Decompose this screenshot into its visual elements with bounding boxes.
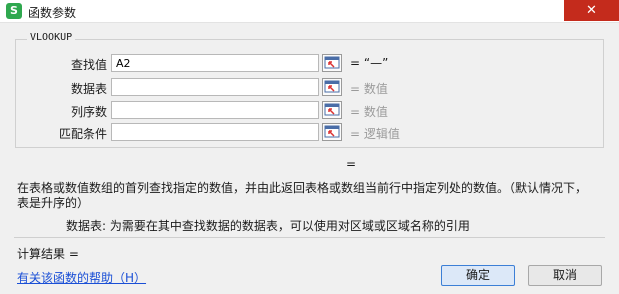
arg-label-col-index: 列序数 [70, 105, 107, 119]
help-link[interactable]: 有关该函数的帮助（H） [17, 269, 146, 286]
col-index-input[interactable] [111, 101, 319, 119]
title-bar: S 函数参数 ✕ [0, 0, 619, 23]
range-select-button[interactable] [322, 101, 342, 119]
description-line-1: 在表格或数值数组的首列查找指定的数值，并由此返回表格或数组当前行中指定列处的数值… [17, 181, 588, 195]
description-line-2: 表是升序的） [17, 196, 90, 210]
range-select-icon [324, 125, 340, 138]
function-result-equals: = [346, 157, 357, 171]
calc-result: 计算结果 = [17, 247, 79, 261]
ok-button[interactable]: 确定 [441, 265, 515, 286]
function-description: 在表格或数值数组的首列查找指定的数值，并由此返回表格或数组当前行中指定列处的数值… [17, 181, 611, 211]
range-lookup-input[interactable] [111, 123, 319, 141]
range-select-button[interactable] [322, 78, 342, 96]
cancel-button[interactable]: 取消 [528, 265, 602, 286]
dialog-title: 函数参数 [28, 6, 77, 20]
range-select-button[interactable] [322, 54, 342, 72]
spreadsheet-app-icon: S [6, 3, 22, 19]
table-array-input[interactable] [111, 78, 319, 96]
function-name: VLOOKUP [27, 32, 76, 43]
arg-result-range-lookup: = 逻辑值 [350, 127, 400, 141]
lookup-value-input[interactable] [111, 54, 319, 72]
arg-label-table-array: 数据表 [70, 82, 107, 96]
range-select-icon [324, 56, 340, 69]
range-select-button[interactable] [322, 123, 342, 141]
range-select-icon [324, 80, 340, 93]
parameter-description: 数据表: 为需要在其中查找数据的数据表，可以使用对区域或区域名称的引用 [66, 219, 470, 233]
arg-label-range-lookup: 匹配条件 [58, 127, 107, 141]
arg-result-lookup-value: = “—” [350, 56, 389, 70]
arg-result-col-index: = 数值 [350, 105, 388, 119]
close-button[interactable]: ✕ [564, 0, 619, 21]
range-select-icon [324, 103, 340, 116]
arg-label-lookup-value: 查找值 [70, 58, 107, 72]
divider [14, 237, 605, 238]
arg-result-table-array: = 数值 [350, 82, 388, 96]
